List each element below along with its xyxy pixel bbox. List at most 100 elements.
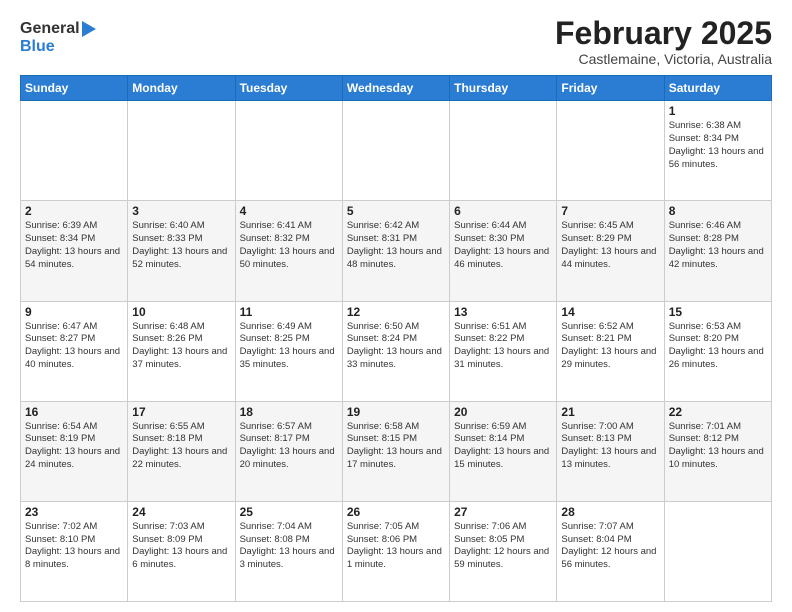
day-cell: 23Sunrise: 7:02 AM Sunset: 8:10 PM Dayli… (21, 501, 128, 601)
day-number: 2 (25, 204, 123, 218)
day-info: Sunrise: 6:48 AM Sunset: 8:26 PM Dayligh… (132, 321, 230, 372)
day-info: Sunrise: 6:59 AM Sunset: 8:14 PM Dayligh… (454, 421, 552, 472)
day-cell (235, 101, 342, 201)
week-row-3: 9Sunrise: 6:47 AM Sunset: 8:27 PM Daylig… (21, 301, 772, 401)
calendar-table: SundayMondayTuesdayWednesdayThursdayFrid… (20, 75, 772, 602)
day-cell: 20 Sunrise: 6:59 AM Sunset: 8:14 PM Dayli… (450, 401, 557, 501)
day-cell: 3 Sunrise: 6:40 AM Sunset: 8:33 PM Daylig… (128, 201, 235, 301)
col-header-friday: Friday (557, 76, 664, 101)
day-cell: 26 Sunrise: 7:05 AM Sunset: 8:06 PM Dayli… (342, 501, 449, 601)
month-title: February 2025 (555, 16, 772, 51)
calendar-page: General Blue February 2025 Castlemaine, … (0, 0, 792, 612)
day-number: 24 (132, 505, 230, 519)
day-cell: 8Sunrise: 6:46 AM Sunset: 8:28 PM Daylig… (664, 201, 771, 301)
day-cell (342, 101, 449, 201)
day-info: Sunrise: 6:39 AM Sunset: 8:34 PM Dayligh… (25, 220, 123, 271)
day-info: Sunrise: 7:03 AM Sunset: 8:09 PM Dayligh… (132, 521, 230, 572)
logo-blue: Blue (20, 38, 55, 56)
day-info: Sunrise: 6:51 AM Sunset: 8:22 PM Dayligh… (454, 321, 552, 372)
day-info: Sunrise: 6:58 AM Sunset: 8:15 PM Dayligh… (347, 421, 445, 472)
day-cell: 18 Sunrise: 6:57 AM Sunset: 8:17 PM Dayli… (235, 401, 342, 501)
location: Castlemaine, Victoria, Australia (555, 51, 772, 67)
day-number: 11 (240, 305, 338, 319)
day-number: 5 (347, 204, 445, 218)
day-number: 28 (561, 505, 659, 519)
day-cell: 24 Sunrise: 7:03 AM Sunset: 8:09 PM Dayli… (128, 501, 235, 601)
day-info: Sunrise: 6:49 AM Sunset: 8:25 PM Dayligh… (240, 321, 338, 372)
logo-general: General (20, 20, 80, 38)
day-number: 12 (347, 305, 445, 319)
day-cell: 6 Sunrise: 6:44 AM Sunset: 8:30 PM Daylig… (450, 201, 557, 301)
day-info: Sunrise: 6:54 AM Sunset: 8:19 PM Dayligh… (25, 421, 123, 472)
day-cell (128, 101, 235, 201)
day-number: 15 (669, 305, 767, 319)
day-info: Sunrise: 7:05 AM Sunset: 8:06 PM Dayligh… (347, 521, 445, 572)
day-cell: 28Sunrise: 7:07 AM Sunset: 8:04 PM Dayli… (557, 501, 664, 601)
day-number: 22 (669, 405, 767, 419)
day-number: 14 (561, 305, 659, 319)
day-info: Sunrise: 6:50 AM Sunset: 8:24 PM Dayligh… (347, 321, 445, 372)
day-info: Sunrise: 6:57 AM Sunset: 8:17 PM Dayligh… (240, 421, 338, 472)
day-cell: 2 Sunrise: 6:39 AM Sunset: 8:34 PM Daylig… (21, 201, 128, 301)
week-row-5: 23Sunrise: 7:02 AM Sunset: 8:10 PM Dayli… (21, 501, 772, 601)
col-header-monday: Monday (128, 76, 235, 101)
col-header-tuesday: Tuesday (235, 76, 342, 101)
day-info: Sunrise: 6:41 AM Sunset: 8:32 PM Dayligh… (240, 220, 338, 271)
day-number: 4 (240, 204, 338, 218)
logo-chevron-icon (82, 21, 102, 37)
week-row-4: 16 Sunrise: 6:54 AM Sunset: 8:19 PM Dayli… (21, 401, 772, 501)
col-header-wednesday: Wednesday (342, 76, 449, 101)
day-number: 19 (347, 405, 445, 419)
day-cell: 9Sunrise: 6:47 AM Sunset: 8:27 PM Daylig… (21, 301, 128, 401)
day-info: Sunrise: 6:46 AM Sunset: 8:28 PM Dayligh… (669, 220, 767, 271)
day-cell: 7Sunrise: 6:45 AM Sunset: 8:29 PM Daylig… (557, 201, 664, 301)
day-number: 26 (347, 505, 445, 519)
day-number: 3 (132, 204, 230, 218)
day-number: 1 (669, 104, 767, 118)
day-cell: 16 Sunrise: 6:54 AM Sunset: 8:19 PM Dayli… (21, 401, 128, 501)
day-cell: 25 Sunrise: 7:04 AM Sunset: 8:08 PM Dayli… (235, 501, 342, 601)
day-number: 6 (454, 204, 552, 218)
day-cell: 12 Sunrise: 6:50 AM Sunset: 8:24 PM Dayli… (342, 301, 449, 401)
day-cell (557, 101, 664, 201)
day-info: Sunrise: 6:52 AM Sunset: 8:21 PM Dayligh… (561, 321, 659, 372)
day-info: Sunrise: 6:40 AM Sunset: 8:33 PM Dayligh… (132, 220, 230, 271)
day-cell: 13 Sunrise: 6:51 AM Sunset: 8:22 PM Dayli… (450, 301, 557, 401)
week-row-1: 1 Sunrise: 6:38 AM Sunset: 8:34 PM Daylig… (21, 101, 772, 201)
day-info: Sunrise: 6:42 AM Sunset: 8:31 PM Dayligh… (347, 220, 445, 271)
day-number: 7 (561, 204, 659, 218)
day-number: 20 (454, 405, 552, 419)
day-cell: 22 Sunrise: 7:01 AM Sunset: 8:12 PM Dayli… (664, 401, 771, 501)
day-cell: 4 Sunrise: 6:41 AM Sunset: 8:32 PM Daylig… (235, 201, 342, 301)
day-number: 16 (25, 405, 123, 419)
day-info: Sunrise: 6:44 AM Sunset: 8:30 PM Dayligh… (454, 220, 552, 271)
header: General Blue February 2025 Castlemaine, … (20, 16, 772, 67)
title-block: February 2025 Castlemaine, Victoria, Aus… (555, 16, 772, 67)
day-cell (21, 101, 128, 201)
day-number: 18 (240, 405, 338, 419)
day-number: 27 (454, 505, 552, 519)
logo: General Blue (20, 20, 102, 55)
day-cell: 21Sunrise: 7:00 AM Sunset: 8:13 PM Dayli… (557, 401, 664, 501)
day-cell: 27 Sunrise: 7:06 AM Sunset: 8:05 PM Dayli… (450, 501, 557, 601)
week-row-2: 2 Sunrise: 6:39 AM Sunset: 8:34 PM Daylig… (21, 201, 772, 301)
day-info: Sunrise: 6:47 AM Sunset: 8:27 PM Dayligh… (25, 321, 123, 372)
day-cell: 10 Sunrise: 6:48 AM Sunset: 8:26 PM Dayli… (128, 301, 235, 401)
day-number: 10 (132, 305, 230, 319)
day-info: Sunrise: 7:00 AM Sunset: 8:13 PM Dayligh… (561, 421, 659, 472)
day-number: 13 (454, 305, 552, 319)
day-number: 25 (240, 505, 338, 519)
day-info: Sunrise: 7:01 AM Sunset: 8:12 PM Dayligh… (669, 421, 767, 472)
day-info: Sunrise: 6:38 AM Sunset: 8:34 PM Dayligh… (669, 120, 767, 171)
day-info: Sunrise: 6:55 AM Sunset: 8:18 PM Dayligh… (132, 421, 230, 472)
day-info: Sunrise: 7:04 AM Sunset: 8:08 PM Dayligh… (240, 521, 338, 572)
day-info: Sunrise: 7:06 AM Sunset: 8:05 PM Dayligh… (454, 521, 552, 572)
col-header-sunday: Sunday (21, 76, 128, 101)
day-cell: 14 Sunrise: 6:52 AM Sunset: 8:21 PM Dayli… (557, 301, 664, 401)
day-cell: 11 Sunrise: 6:49 AM Sunset: 8:25 PM Dayli… (235, 301, 342, 401)
col-header-thursday: Thursday (450, 76, 557, 101)
header-row: SundayMondayTuesdayWednesdayThursdayFrid… (21, 76, 772, 101)
day-cell: 1 Sunrise: 6:38 AM Sunset: 8:34 PM Daylig… (664, 101, 771, 201)
day-info: Sunrise: 6:53 AM Sunset: 8:20 PM Dayligh… (669, 321, 767, 372)
day-cell (664, 501, 771, 601)
